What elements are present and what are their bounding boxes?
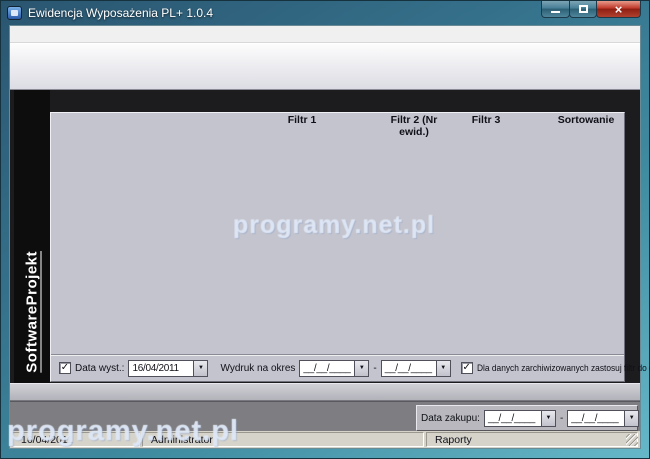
brand-text: SoftwareProjekt <box>24 251 41 373</box>
app-icon <box>7 6 22 20</box>
wydruk-label: Wydruk na okres <box>220 363 295 374</box>
data-zakupu-group: Data zakupu: __/__/____ ▼ - __/__/____ ▼ <box>416 405 638 431</box>
chevron-down-icon[interactable]: ▼ <box>625 410 639 427</box>
menu-bar <box>10 26 640 43</box>
data-wyst-checkbox[interactable]: ✓ <box>59 362 71 374</box>
status-date: 16/04/2011 <box>12 432 140 447</box>
reports-tab-control: Filtr 1 Filtr 2 (Nr ewid.) Filtr 3 Sorto… <box>50 95 625 382</box>
maximize-button[interactable] <box>569 1 597 18</box>
reports-page: Filtr 1 Filtr 2 (Nr ewid.) Filtr 3 Sorto… <box>50 112 625 382</box>
archive-filter-checkbox[interactable]: ✓ <box>461 362 473 374</box>
status-user: Administrator <box>142 432 424 447</box>
resize-grip[interactable] <box>626 434 638 446</box>
tab-strip <box>50 95 625 112</box>
column-header-filtr3: Filtr 3 <box>445 114 527 126</box>
data-wyst-label: Data wyst.: <box>75 363 124 374</box>
data-zakupu-label: Data zakupu: <box>421 413 480 424</box>
column-header-filtr1: Filtr 1 <box>238 114 366 126</box>
column-headers: Filtr 1 Filtr 2 (Nr ewid.) Filtr 3 Sorto… <box>51 113 624 128</box>
chevron-down-icon[interactable]: ▼ <box>542 410 556 427</box>
archive-filter-label: Dla danych zarchiwizowanych zastosuj fil… <box>477 363 650 373</box>
window-controls: × <box>542 1 641 18</box>
maximize-icon <box>579 5 588 13</box>
app-window: Ewidencja Wyposażenia PL+ 1.0.4 programy… <box>0 0 650 459</box>
data-zakupu-to-field[interactable]: __/__/____ ▼ <box>567 410 639 427</box>
main-toolbar <box>10 43 640 90</box>
range-separator: - <box>373 363 376 374</box>
wydruk-from-field[interactable]: __/__/____ ▼ <box>299 360 369 377</box>
close-icon: × <box>615 2 623 17</box>
report-rows <box>51 128 624 354</box>
status-module: Raporty <box>426 432 638 447</box>
chevron-down-icon[interactable]: ▼ <box>437 360 451 377</box>
close-button[interactable]: × <box>596 1 641 18</box>
range-separator: - <box>560 413 563 424</box>
window-title: Ewidencja Wyposażenia PL+ 1.0.4 <box>28 6 213 20</box>
status-bar: 16/04/2011 Administrator Raporty <box>10 431 640 448</box>
page-footer-filters: ✓ Data wyst.: 16/04/2011 ▼ Wydruk na okr… <box>51 354 624 381</box>
chevron-down-icon[interactable]: ▼ <box>355 360 369 377</box>
title-bar[interactable]: Ewidencja Wyposażenia PL+ 1.0.4 programy… <box>1 1 649 25</box>
client-area: SoftwareProjekt Filtr 1 Filtr 2 (Nr ewid… <box>9 25 641 449</box>
minimize-icon <box>551 5 560 13</box>
minimize-button[interactable] <box>541 1 570 18</box>
column-header-filtr2: Filtr 2 (Nr ewid.) <box>376 114 452 138</box>
brand-sidebar: SoftwareProjekt <box>14 90 50 383</box>
lower-panel: Data zakupu: __/__/____ ▼ - __/__/____ ▼ <box>10 401 640 431</box>
data-wyst-field[interactable]: 16/04/2011 ▼ <box>128 360 208 377</box>
action-bar <box>10 383 640 401</box>
data-zakupu-from-field[interactable]: __/__/____ ▼ <box>484 410 556 427</box>
chevron-down-icon[interactable]: ▼ <box>194 360 208 377</box>
column-header-sortowanie: Sortowanie <box>521 114 650 126</box>
work-area: SoftwareProjekt Filtr 1 Filtr 2 (Nr ewid… <box>10 90 640 431</box>
wydruk-to-field[interactable]: __/__/____ ▼ <box>381 360 451 377</box>
